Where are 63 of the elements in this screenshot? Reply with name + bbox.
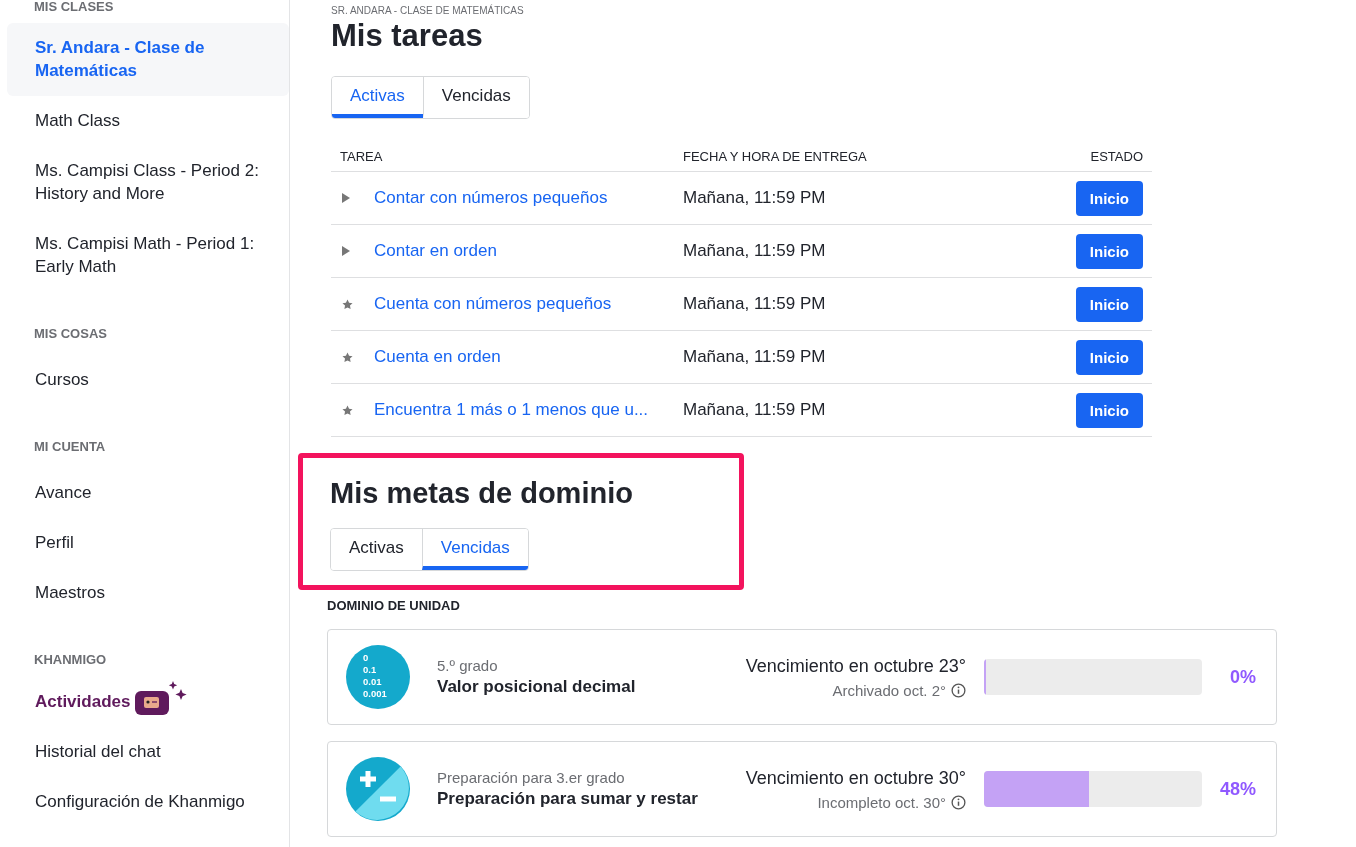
- sidebar-item[interactable]: Actividades: [7, 681, 289, 727]
- section-heading: MIS COSAS: [33, 325, 108, 343]
- star-icon: [342, 298, 353, 310]
- section-heading: MIS CLASES: [33, 0, 115, 16]
- unit-name: Preparación para sumar y restar: [437, 789, 699, 809]
- status-text: Incompleto oct. 30°: [817, 793, 946, 811]
- section-heading: MI CUENTA: [33, 438, 107, 456]
- course-name: 5.º grado: [437, 657, 499, 674]
- page-title: Mis tareas: [331, 18, 484, 54]
- due-text: Vencimiento en octubre 30°: [745, 767, 966, 789]
- info-icon[interactable]: [951, 794, 966, 810]
- plus-minus-icon: [346, 757, 410, 821]
- sidebar-item[interactable]: Avance: [7, 468, 289, 518]
- sidebar-item[interactable]: Perfil: [7, 518, 289, 568]
- sidebar-item[interactable]: Historial del chat: [7, 727, 289, 777]
- play-icon: [342, 193, 350, 203]
- assignment-link[interactable]: Contar con números pequeños: [374, 188, 683, 208]
- due-date: Mañana, 11:59 PM: [683, 400, 827, 420]
- due-date: Mañana, 11:59 PM: [683, 347, 827, 367]
- sidebar-item[interactable]: Cursos: [7, 355, 289, 405]
- unit-name: Valor posicional decimal: [437, 677, 637, 697]
- decimal-numbers-icon: 0 0.1 0.01 0.001: [346, 645, 410, 709]
- assignment-link[interactable]: Encuentra 1 más o 1 menos que u...: [374, 400, 683, 420]
- section-title: Mis metas de dominio: [330, 476, 634, 510]
- course-name: Preparación para 3.er grado: [437, 769, 626, 786]
- star-icon: [342, 404, 353, 416]
- tab[interactable]: Vencidas: [421, 529, 528, 570]
- status-text: Archivado oct. 2°: [832, 681, 946, 699]
- sidebar-item[interactable]: Ms. Campisi Math - Period 1: Early Math: [7, 219, 289, 292]
- sidebar-item[interactable]: Configuración de Khanmigo: [7, 777, 289, 827]
- goal-card[interactable]: Preparación para 3.er grado Preparación para sumar y restar Vencimiento en octubre 30° Incompleto oct. 30° 48%: [327, 741, 1277, 837]
- percent-text: 0%: [1229, 666, 1256, 688]
- column-header: FECHA Y HORA DE ENTREGA: [683, 149, 868, 164]
- start-button[interactable]: Inicio: [1075, 392, 1143, 428]
- start-button[interactable]: Inicio: [1075, 286, 1143, 322]
- sidebar-item[interactable]: Maestros: [7, 568, 289, 618]
- assignment-link[interactable]: Cuenta en orden: [374, 347, 683, 367]
- sidebar-item[interactable]: Math Class: [7, 96, 289, 146]
- start-button[interactable]: Inicio: [1075, 180, 1143, 216]
- star-icon: [342, 351, 353, 363]
- column-header: TAREA: [340, 149, 384, 164]
- assignment-link[interactable]: Contar en orden: [374, 241, 683, 261]
- column-header: ESTADO: [1089, 149, 1143, 164]
- chat-bubble-sparkle-icon: [134, 681, 189, 717]
- section-label: DOMINIO DE UNIDAD: [327, 598, 461, 613]
- play-icon: [342, 246, 350, 256]
- breadcrumb[interactable]: SR. ANDARA - CLASE DE MATEMÁTICAS: [331, 5, 524, 16]
- due-date: Mañana, 11:59 PM: [683, 241, 827, 261]
- assignment-link[interactable]: Cuenta con números pequeños: [374, 294, 683, 314]
- start-button[interactable]: Inicio: [1075, 339, 1143, 375]
- tab[interactable]: Vencidas: [422, 77, 529, 118]
- sidebar-item[interactable]: Ms. Campisi Class - Period 2: History and More: [7, 146, 289, 219]
- start-button[interactable]: Inicio: [1075, 233, 1143, 269]
- tab[interactable]: Activas: [332, 77, 423, 118]
- percent-text: 48%: [1218, 778, 1256, 800]
- section-heading: KHANMIGO: [33, 651, 108, 669]
- sidebar-item[interactable]: Sr. Andara - Clase de Matemáticas: [7, 23, 289, 96]
- due-date: Mañana, 11:59 PM: [683, 188, 827, 208]
- goal-card[interactable]: 0 0.1 0.01 0.001 5.º grado Valor posicional decimal Vencimiento en octubre 23° Archivado oct. 2° 0%: [327, 629, 1277, 725]
- due-text: Vencimiento en octubre 23°: [745, 655, 966, 677]
- sidebar-item-label: Actividades: [35, 691, 131, 713]
- due-date: Mañana, 11:59 PM: [683, 294, 827, 314]
- info-icon[interactable]: [951, 682, 966, 698]
